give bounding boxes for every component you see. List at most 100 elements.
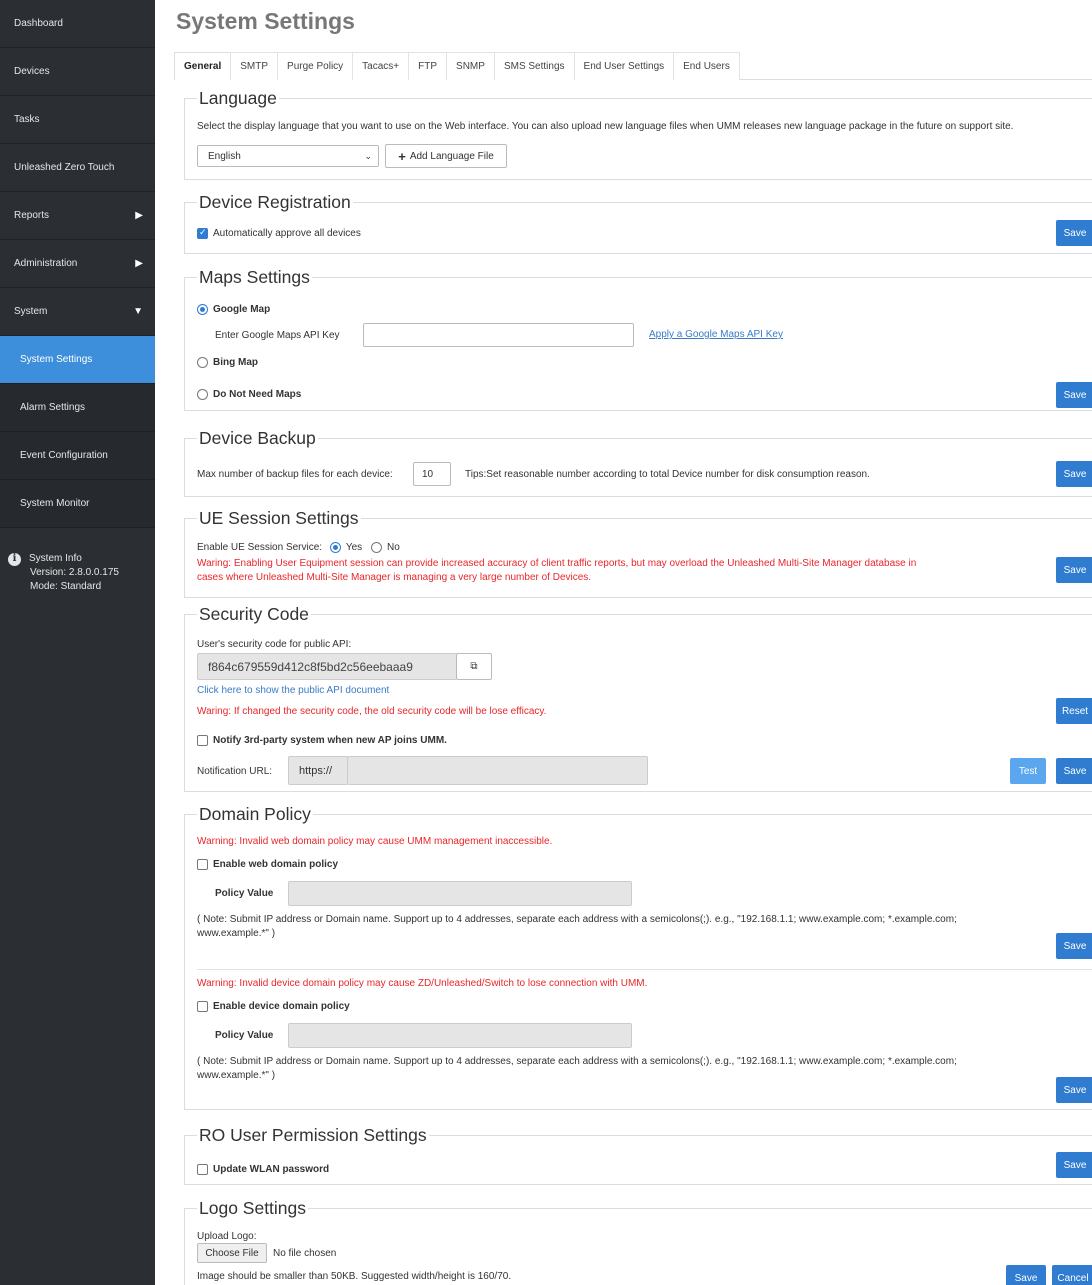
no-maps-radio[interactable] <box>197 389 208 400</box>
section-title: Logo Settings <box>197 1198 309 1219</box>
notification-url-input[interactable] <box>347 756 648 785</box>
add-language-file-button[interactable]: + Add Language File <box>385 144 507 168</box>
device-policy-input[interactable] <box>288 1023 632 1048</box>
web-policy-input[interactable] <box>288 881 632 906</box>
save-button[interactable]: Save <box>1056 461 1092 487</box>
choose-file-button[interactable]: Choose File <box>197 1243 267 1263</box>
nav-system-settings[interactable]: System Settings <box>0 336 155 384</box>
url-prefix: https:// <box>288 756 348 785</box>
language-select[interactable]: English ⌄ <box>197 145 379 167</box>
nav-label: System <box>14 306 48 317</box>
tab-ftp[interactable]: FTP <box>408 52 448 80</box>
nav-label: System Settings <box>20 354 93 365</box>
nav-tasks[interactable]: Tasks <box>0 96 155 144</box>
device-domain-warning: Warning: Invalid device domain policy ma… <box>197 978 648 989</box>
backup-count-input[interactable]: 10 <box>413 462 451 486</box>
tab-snmp[interactable]: SNMP <box>446 52 495 80</box>
save-button[interactable]: Save <box>1056 1152 1092 1178</box>
device-registration-section: Device Registration Automatically approv… <box>184 192 1092 254</box>
bing-map-radio[interactable] <box>197 357 208 368</box>
notify-checkbox[interactable] <box>197 735 208 746</box>
language-description: Select the display language that you wan… <box>197 121 1014 132</box>
tab-purge-policy[interactable]: Purge Policy <box>277 52 354 80</box>
tab-end-user-settings[interactable]: End User Settings <box>573 52 675 80</box>
nav-system[interactable]: System ▼ <box>0 288 155 336</box>
test-button[interactable]: Test <box>1010 758 1046 784</box>
ue-session-row: Enable UE Session Service: Yes No <box>197 542 400 553</box>
tab-general[interactable]: General <box>174 52 232 80</box>
section-title: Maps Settings <box>197 267 312 288</box>
enable-device-domain-checkbox[interactable] <box>197 1001 208 1012</box>
system-info: i System Info Version: 2.8.0.0.175 Mode: … <box>0 528 155 594</box>
nav-unleashed-zero-touch[interactable]: Unleashed Zero Touch <box>0 144 155 192</box>
save-button[interactable]: Save <box>1056 933 1092 959</box>
save-button[interactable]: Save <box>1056 382 1092 408</box>
page-title: System Settings <box>176 8 355 34</box>
auto-approve-row: Automatically approve all devices <box>197 227 361 239</box>
save-button[interactable]: Save <box>1056 758 1092 784</box>
note-line2: www.example.*" ) <box>197 928 276 939</box>
sidebar: Dashboard Devices Tasks Unleashed Zero T… <box>0 0 155 1285</box>
system-version: Version: 2.8.0.0.175 <box>30 567 119 578</box>
nav-label: Reports <box>14 210 50 221</box>
enable-web-domain-label: Enable web domain policy <box>213 859 339 871</box>
enable-device-domain-row: Enable device domain policy <box>197 1001 350 1012</box>
section-title: RO User Permission Settings <box>197 1125 429 1146</box>
system-mode: Mode: Standard <box>30 581 102 592</box>
cancel-button[interactable]: Cancel <box>1052 1265 1092 1285</box>
upload-logo-label: Upload Logo: <box>197 1231 257 1242</box>
ue-no-radio[interactable] <box>370 542 382 553</box>
nav-reports[interactable]: Reports ▶ <box>0 192 155 240</box>
update-wlan-label: Update WLAN password <box>213 1164 330 1176</box>
api-key-label: Enter Google Maps API Key <box>215 330 340 341</box>
device-backup-section: Device Backup Max number of backup files… <box>184 428 1092 497</box>
section-title: Device Backup <box>197 428 318 449</box>
google-map-radio[interactable] <box>197 304 208 315</box>
no-file-label: No file chosen <box>273 1248 337 1259</box>
enable-web-domain-checkbox[interactable] <box>197 859 208 870</box>
section-title: Domain Policy <box>197 804 313 825</box>
ue-warning-line1: Waring: Enabling User Equipment session … <box>197 558 917 569</box>
api-document-link[interactable]: Click here to show the public API docume… <box>197 685 389 696</box>
section-title: Device Registration <box>197 192 353 213</box>
auto-approve-checkbox[interactable] <box>197 227 208 239</box>
google-map-option[interactable]: Google Map <box>197 304 270 315</box>
nav-dashboard[interactable]: Dashboard <box>0 0 155 48</box>
copy-icon[interactable]: ⧉ <box>456 653 492 680</box>
main-content: System Settings General SMTP Purge Polic… <box>174 0 1092 1285</box>
save-button[interactable]: Save <box>1006 1265 1046 1285</box>
tab-end-users[interactable]: End Users <box>673 52 740 80</box>
save-button[interactable]: Save <box>1056 1077 1092 1103</box>
apply-api-key-link[interactable]: Apply a Google Maps API Key <box>649 329 783 340</box>
nav-devices[interactable]: Devices <box>0 48 155 96</box>
note-line1: ( Note: Submit IP address or Domain name… <box>197 914 957 925</box>
reset-button[interactable]: Reset <box>1056 698 1092 724</box>
logo-section: Logo Settings Upload Logo: Choose File N… <box>184 1198 1092 1285</box>
backup-label: Max number of backup files for each devi… <box>197 469 393 480</box>
ue-warning-line2: cases where Unleashed Multi-Site Manager… <box>197 572 592 583</box>
ue-session-label: Enable UE Session Service: <box>197 542 323 554</box>
nav-label: Event Configuration <box>20 450 108 461</box>
nav-system-monitor[interactable]: System Monitor <box>0 480 155 528</box>
nav-administration[interactable]: Administration ▶ <box>0 240 155 288</box>
tab-tacacs[interactable]: Tacacs+ <box>352 52 410 80</box>
section-title: UE Session Settings <box>197 508 361 529</box>
expand-arrow-icon: ▶ <box>135 210 143 221</box>
tab-sms-settings[interactable]: SMS Settings <box>493 52 575 80</box>
bing-map-option[interactable]: Bing Map <box>197 357 258 368</box>
note-line1: ( Note: Submit IP address or Domain name… <box>197 1056 957 1067</box>
ue-session-section: UE Session Settings Enable UE Session Se… <box>184 508 1092 598</box>
nav-event-configuration[interactable]: Event Configuration <box>0 432 155 480</box>
google-api-key-input[interactable] <box>363 323 634 347</box>
system-info-title: System Info <box>29 553 82 564</box>
language-select-value: English <box>208 150 241 162</box>
save-button[interactable]: Save <box>1056 557 1092 583</box>
update-wlan-checkbox[interactable] <box>197 1164 208 1175</box>
nav-label: Tasks <box>14 114 40 125</box>
save-button[interactable]: Save <box>1056 220 1092 246</box>
ue-yes-radio[interactable] <box>329 542 341 553</box>
nav-alarm-settings[interactable]: Alarm Settings <box>0 384 155 432</box>
domain-policy-section: Domain Policy Warning: Invalid web domai… <box>184 804 1092 1110</box>
tab-smtp[interactable]: SMTP <box>230 52 279 80</box>
no-maps-option[interactable]: Do Not Need Maps <box>197 389 301 400</box>
